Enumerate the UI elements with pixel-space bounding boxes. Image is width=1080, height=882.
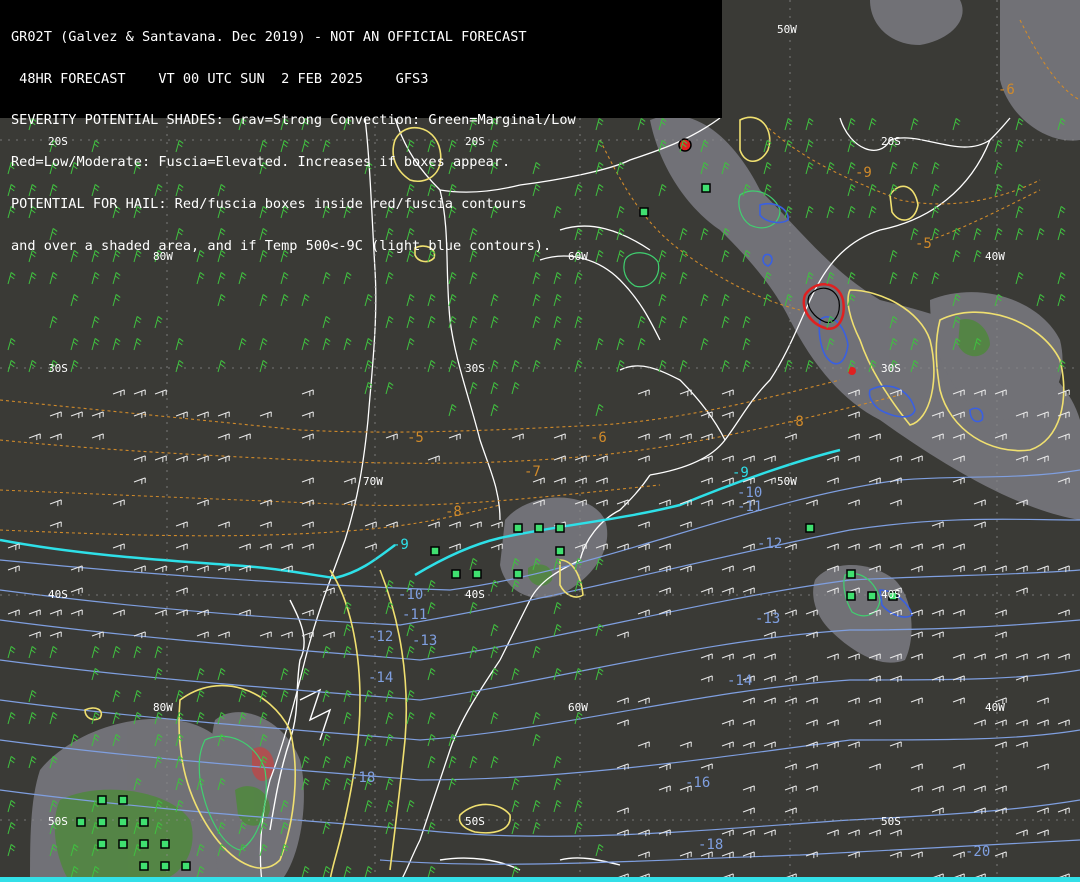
lon-label: 70W (363, 475, 383, 488)
lon-label: 50W (777, 475, 797, 488)
temp-label: -8 (787, 414, 804, 430)
temp-label: -11 (737, 499, 762, 515)
temp-label: -9 (855, 165, 872, 181)
lat-label: 50S (48, 815, 68, 828)
temp-label: -18 (698, 837, 723, 853)
temp-label: -16 (685, 775, 710, 791)
header-severity-legend: SEVERITY POTENTIAL SHADES: Grav=Strong C… (11, 112, 576, 129)
lon-label: 40W (985, 701, 1005, 714)
temp-label: -10 (398, 587, 423, 603)
lat-label: 20S (881, 135, 901, 148)
temp-label: -13 (412, 633, 437, 649)
temp-label: -8 (445, 504, 462, 520)
temp-label: -14 (727, 673, 752, 689)
forecast-header: GR02T (Galvez & Santavana. Dec 2019) - N… (0, 0, 722, 253)
temp-label: -14 (368, 670, 393, 686)
temp-label: -5 (915, 236, 932, 252)
header-forecast-time: 48HR FORECAST VT 00 UTC SUN 2 FEB 2025 G… (11, 70, 429, 87)
header-hail-legend: POTENTIAL FOR HAIL: Red/fuscia boxes ins… (11, 196, 527, 213)
temp-label: -9 (732, 465, 749, 481)
temp-label: -6 (590, 430, 607, 446)
header-hail-legend-2: and over a shaded area, and if Temp 500<… (11, 237, 552, 254)
lat-label: 30S (465, 362, 485, 375)
lon-label: 60W (568, 701, 588, 714)
temp-label: -6 (998, 82, 1015, 98)
header-title: GR02T (Galvez & Santavana. Dec 2019) - N… (11, 28, 527, 45)
lon-label: 50W (777, 23, 797, 36)
temp-label: -18 (350, 770, 375, 786)
temp-label: -11 (402, 607, 427, 623)
temp-label: -12 (757, 536, 782, 552)
lat-label: 40S (881, 588, 901, 601)
header-severity-legend-2: Red=Low/Moderate: Fuscia=Elevated. Incre… (11, 154, 511, 171)
temp-label: -13 (755, 611, 780, 627)
lon-label: 80W (153, 701, 173, 714)
temp-label: -20 (965, 844, 990, 860)
lat-label: 50S (465, 815, 485, 828)
temp-label: -5 (407, 430, 424, 446)
lat-label: 50S (881, 815, 901, 828)
lat-label: 40S (48, 588, 68, 601)
lat-label: 40S (465, 588, 485, 601)
bottom-border (0, 877, 1080, 882)
temp-label: -9 (392, 537, 409, 553)
lat-label: 30S (881, 362, 901, 375)
lon-label: 40W (985, 250, 1005, 263)
temp-label: -7 (524, 464, 541, 480)
temp-label: -12 (368, 629, 393, 645)
lat-label: 30S (48, 362, 68, 375)
